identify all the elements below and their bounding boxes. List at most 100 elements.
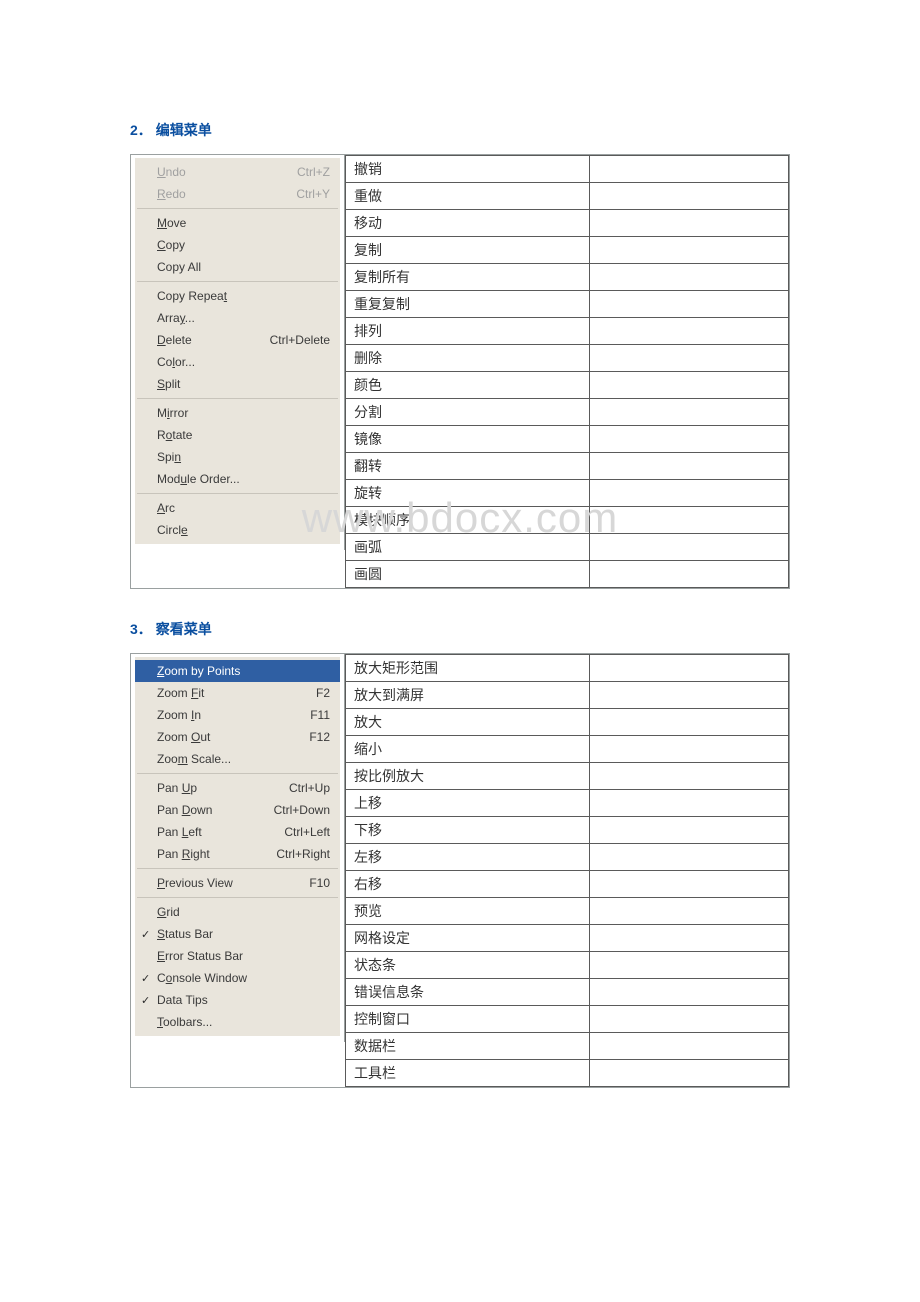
translation-note bbox=[589, 952, 788, 979]
menu-item-label: Zoom In bbox=[157, 706, 298, 724]
menu-item-label: Copy Repeat bbox=[157, 287, 330, 305]
translation-note bbox=[589, 655, 788, 682]
table-row: 模块顺序 bbox=[346, 507, 789, 534]
table-row: 画圆 bbox=[346, 561, 789, 588]
section-number: 3． bbox=[130, 621, 152, 637]
menu-item-label: Error Status Bar bbox=[157, 947, 330, 965]
menu-item[interactable]: DeleteCtrl+Delete bbox=[135, 329, 340, 351]
table-row: 翻转 bbox=[346, 453, 789, 480]
translation-note bbox=[589, 682, 788, 709]
table-row: 重复复制 bbox=[346, 291, 789, 318]
menu-item[interactable]: Zoom by Points bbox=[135, 660, 340, 682]
table-row: 状态条 bbox=[346, 952, 789, 979]
translation-note bbox=[589, 318, 788, 345]
translation-note bbox=[589, 817, 788, 844]
translation-note bbox=[589, 210, 788, 237]
menu-item[interactable]: Rotate bbox=[135, 424, 340, 446]
menu-item[interactable]: Copy Repeat bbox=[135, 285, 340, 307]
menu-group: UndoCtrl+ZRedoCtrl+Y bbox=[135, 158, 340, 208]
translation-cell: 网格设定 bbox=[346, 925, 590, 952]
translation-note bbox=[589, 925, 788, 952]
menu-item[interactable]: Pan LeftCtrl+Left bbox=[135, 821, 340, 843]
menu-item-label: Delete bbox=[157, 331, 258, 349]
translation-note bbox=[589, 264, 788, 291]
translation-cell: 分割 bbox=[346, 399, 590, 426]
translation-note bbox=[589, 480, 788, 507]
translation-cell: 缩小 bbox=[346, 736, 590, 763]
translation-note bbox=[589, 372, 788, 399]
menu-item[interactable]: Array... bbox=[135, 307, 340, 329]
translation-cell: 放大矩形范围 bbox=[346, 655, 590, 682]
menu-item-label: Array... bbox=[157, 309, 330, 327]
menu-item[interactable]: Toolbars... bbox=[135, 1011, 340, 1033]
menu-item[interactable]: Zoom OutF12 bbox=[135, 726, 340, 748]
translation-table: 撤销 重做 移动 复制 复制所有 重复复制 排列 删除 颜色 分割 镜像 翻转 … bbox=[345, 155, 789, 588]
table-row: 右移 bbox=[346, 871, 789, 898]
menu-item-label: Zoom Out bbox=[157, 728, 297, 746]
translation-note bbox=[589, 561, 788, 588]
menu-item[interactable]: Previous ViewF10 bbox=[135, 872, 340, 894]
menu-item[interactable]: Zoom FitF2 bbox=[135, 682, 340, 704]
menu-item-label: Color... bbox=[157, 353, 330, 371]
menu-item[interactable]: Pan UpCtrl+Up bbox=[135, 777, 340, 799]
menu-item[interactable]: Module Order... bbox=[135, 468, 340, 490]
menu-item[interactable]: RedoCtrl+Y bbox=[135, 183, 340, 205]
menu-item-shortcut: F2 bbox=[304, 684, 330, 702]
menu-translation-block: UndoCtrl+ZRedoCtrl+Y Move CopyCopy All Copy… bbox=[130, 154, 790, 589]
translation-cell: 撤销 bbox=[346, 156, 590, 183]
menu-item-label: Arc bbox=[157, 499, 330, 517]
translation-note bbox=[589, 345, 788, 372]
menu-group: Move CopyCopy All bbox=[135, 209, 340, 281]
menu-item[interactable]: Spin bbox=[135, 446, 340, 468]
translation-note bbox=[589, 426, 788, 453]
table-row: 工具栏 bbox=[346, 1060, 789, 1087]
menu-item-label: Status Bar bbox=[157, 925, 330, 943]
translation-note bbox=[589, 871, 788, 898]
menu-item[interactable]: Split bbox=[135, 373, 340, 395]
translation-cell: 左移 bbox=[346, 844, 590, 871]
menu-item[interactable]: Error Status Bar bbox=[135, 945, 340, 967]
menu-group: Previous ViewF10 bbox=[135, 869, 340, 897]
menu-item-label: Move bbox=[157, 214, 330, 232]
section-title: 2．编辑菜单 bbox=[130, 120, 790, 140]
menu-item-label: Data Tips bbox=[157, 991, 330, 1009]
menu-item[interactable]: Grid bbox=[135, 901, 340, 923]
table-row: 复制 bbox=[346, 237, 789, 264]
table-row: 预览 bbox=[346, 898, 789, 925]
menu-item-label: Toolbars... bbox=[157, 1013, 330, 1031]
translation-note bbox=[589, 453, 788, 480]
menu-item-shortcut: Ctrl+Up bbox=[277, 779, 330, 797]
menu-item-label: Previous View bbox=[157, 874, 297, 892]
translation-note bbox=[589, 736, 788, 763]
menu-item[interactable]: Pan DownCtrl+Down bbox=[135, 799, 340, 821]
translation-note bbox=[589, 237, 788, 264]
menu-group: Pan UpCtrl+UpPan DownCtrl+DownPan LeftCt… bbox=[135, 774, 340, 868]
table-row: 复制所有 bbox=[346, 264, 789, 291]
menu-item[interactable]: ✓Console Window bbox=[135, 967, 340, 989]
menu-item[interactable]: Copy All bbox=[135, 256, 340, 278]
menu-item[interactable]: Zoom Scale... bbox=[135, 748, 340, 770]
translation-cell: 错误信息条 bbox=[346, 979, 590, 1006]
menu-item[interactable]: Move bbox=[135, 212, 340, 234]
menu-item[interactable]: Mirror bbox=[135, 402, 340, 424]
menu-item[interactable]: Circle bbox=[135, 519, 340, 541]
menu-item[interactable]: Color... bbox=[135, 351, 340, 373]
table-row: 放大到满屏 bbox=[346, 682, 789, 709]
menu-item-shortcut: F12 bbox=[297, 728, 330, 746]
section-title: 3．察看菜单 bbox=[130, 619, 790, 639]
menu-item[interactable]: ✓Status Bar bbox=[135, 923, 340, 945]
menu-item[interactable]: ✓Data Tips bbox=[135, 989, 340, 1011]
translation-cell: 旋转 bbox=[346, 480, 590, 507]
menu-item[interactable]: Copy bbox=[135, 234, 340, 256]
menu-item-shortcut: Ctrl+Left bbox=[272, 823, 330, 841]
translation-cell: 复制所有 bbox=[346, 264, 590, 291]
translation-note bbox=[589, 763, 788, 790]
menu-group: Arc Circle bbox=[135, 494, 340, 544]
menu-item[interactable]: UndoCtrl+Z bbox=[135, 161, 340, 183]
menu-item-label: Circle bbox=[157, 521, 330, 539]
menu-item-label: Zoom by Points bbox=[157, 662, 330, 680]
translation-cell: 复制 bbox=[346, 237, 590, 264]
menu-item[interactable]: Arc bbox=[135, 497, 340, 519]
menu-item[interactable]: Pan RightCtrl+Right bbox=[135, 843, 340, 865]
menu-item[interactable]: Zoom InF11 bbox=[135, 704, 340, 726]
